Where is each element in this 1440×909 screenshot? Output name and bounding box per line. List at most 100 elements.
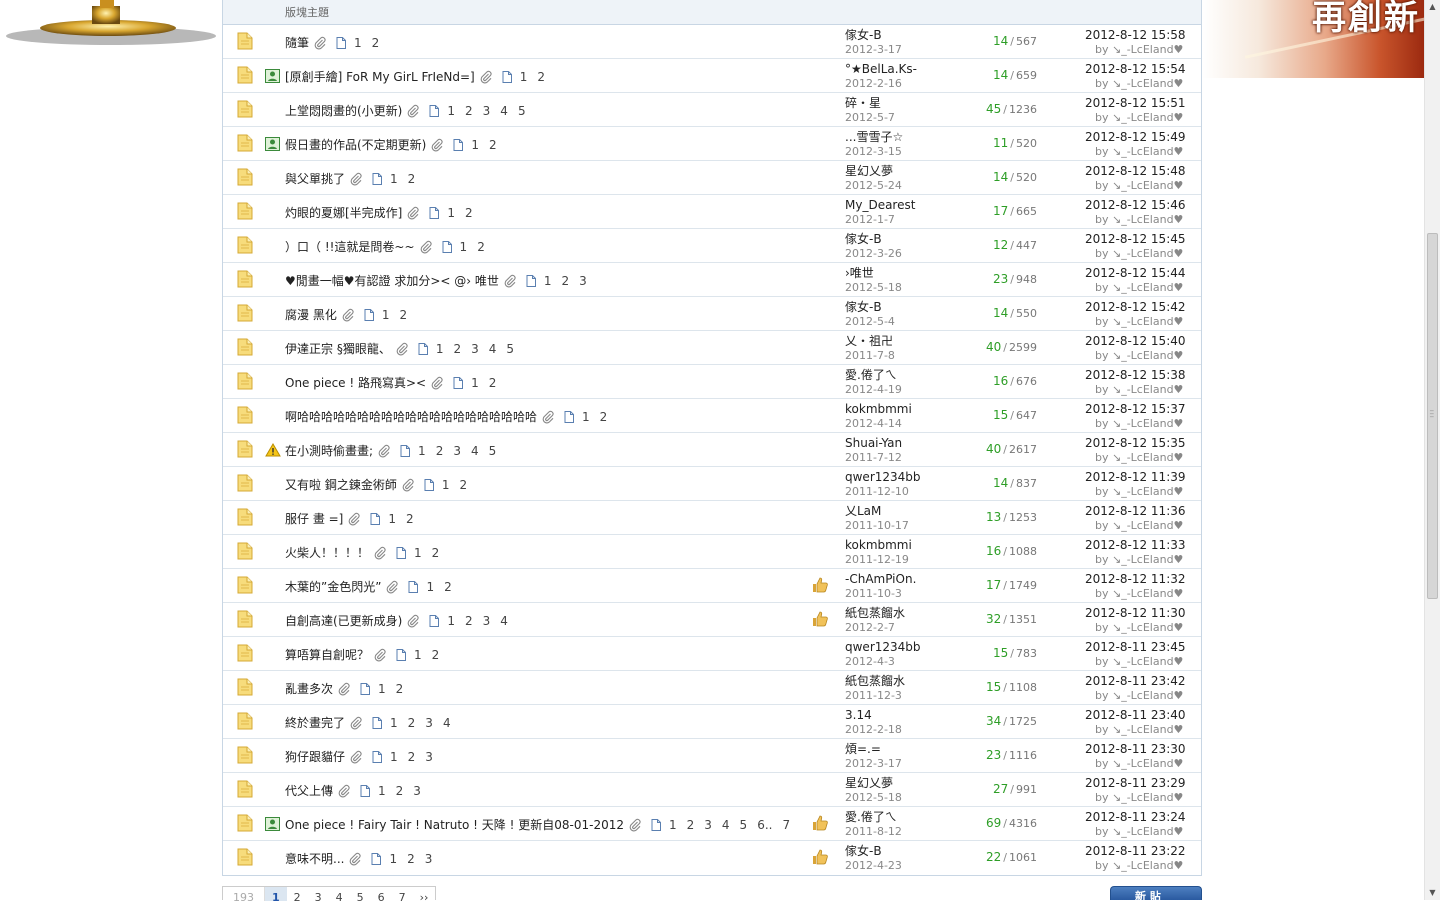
author-link[interactable]: 紙包蒸餾水 [845, 606, 965, 620]
thread-row[interactable]: 伊達正宗 §獨眼龍、 1 2 3 4 5 乂・祖卍 2011-7-8 40/2599 2012-8… [223, 331, 1201, 365]
thread-page-link[interactable]: 6.. [757, 818, 772, 832]
thread-page-link[interactable]: 5 [518, 104, 526, 118]
thread-page-link[interactable]: 3 [483, 104, 491, 118]
thread-page-link[interactable]: 1 [442, 478, 450, 492]
thread-title-link[interactable]: 終於畫完了 [285, 714, 345, 731]
thread-title-link[interactable]: 意味不明... [285, 850, 344, 867]
thread-title-link[interactable]: 代父上傳 [285, 782, 333, 799]
thread-page-link[interactable]: 5 [506, 342, 514, 356]
last-post-time-link[interactable]: 2012-8-12 11:30 [1085, 606, 1195, 620]
thread-title-link[interactable]: 灼眼的夏娜[半完成作] [285, 204, 402, 221]
pagination-page-link[interactable]: 2 [287, 887, 308, 904]
last-post-time-link[interactable]: 2012-8-12 15:42 [1085, 300, 1195, 314]
last-poster-link[interactable]: by ↘_-LcEland♥ [1085, 722, 1195, 738]
vertical-scrollbar[interactable]: ▲ ─ ─ ─ ▼ [1424, 0, 1440, 900]
thread-page-link[interactable]: 5 [740, 818, 748, 832]
author-link[interactable]: 愛.倦了ㄟ [845, 368, 965, 382]
last-poster-link[interactable]: by ↘_-LcEland♥ [1085, 416, 1195, 432]
thread-page-link[interactable]: 2 [489, 138, 497, 152]
thread-page-link[interactable]: 4 [489, 342, 497, 356]
thread-title-link[interactable]: One piece ! 路飛寫真>< [285, 374, 426, 391]
last-poster-link[interactable]: by ↘_-LcEland♥ [1085, 518, 1195, 534]
thread-row[interactable]: 在小測時偷畫畫; 1 2 3 4 5 Shuai-Yan 2011-7-12 40/2617 20… [223, 433, 1201, 467]
author-link[interactable]: 傢女-B [845, 300, 965, 314]
last-poster-link[interactable]: by ↘_-LcEland♥ [1085, 552, 1195, 568]
author-link[interactable]: ...雪雪子☆ [845, 130, 965, 144]
thread-page-link[interactable]: 2 [562, 274, 570, 288]
author-link[interactable]: kokmbmmi [845, 402, 965, 416]
last-post-time-link[interactable]: 2012-8-12 15:38 [1085, 368, 1195, 382]
new-post-button[interactable]: 新 貼 [1110, 886, 1202, 900]
thread-row[interactable]: 木葉的”金色閃光” 1 2 -ChAmPiOn. 2011-10-3 17/1749 201… [223, 569, 1201, 603]
thread-page-link[interactable]: 3 [483, 614, 491, 628]
thread-page-link[interactable]: 2 [396, 784, 404, 798]
author-link[interactable]: °★BelLa.Ks- [845, 62, 965, 76]
thread-page-link[interactable]: 2 [399, 308, 407, 322]
last-poster-link[interactable]: by ↘_-LcEland♥ [1085, 280, 1195, 296]
last-post-time-link[interactable]: 2012-8-11 23:24 [1085, 810, 1195, 824]
thread-page-link[interactable]: 2 [408, 750, 416, 764]
thread-page-link[interactable]: 4 [500, 614, 508, 628]
thread-page-link[interactable]: 1 [378, 784, 386, 798]
thread-page-link[interactable]: 2 [444, 580, 452, 594]
thread-page-link[interactable]: 2 [687, 818, 695, 832]
last-post-time-link[interactable]: 2012-8-12 11:32 [1085, 572, 1195, 586]
thread-row[interactable]: 假日畫的作品(不定期更新) 1 2 ...雪雪子☆ 2012-3-15 11/520 201… [223, 127, 1201, 161]
thread-page-link[interactable]: 2 [408, 716, 416, 730]
thread-title-link[interactable]: ）口（ !!這就是問卷~~ [285, 238, 415, 255]
thread-row[interactable]: 終於畫完了 1 2 3 4 3.14 2012-2-18 34/1725 2012-8-11 2… [223, 705, 1201, 739]
thread-page-link[interactable]: 3 [425, 750, 433, 764]
last-poster-link[interactable]: by ↘_-LcEland♥ [1085, 586, 1195, 602]
thread-page-link[interactable]: 3 [413, 784, 421, 798]
last-poster-link[interactable]: by ↘_-LcEland♥ [1085, 620, 1195, 636]
thread-title-link[interactable]: 隨筆 [285, 34, 309, 51]
thread-title-link[interactable]: 又有啦 鋼之鍊金術師 [285, 476, 397, 493]
thread-page-link[interactable]: 1 [390, 172, 398, 186]
thread-page-link[interactable]: 2 [432, 546, 440, 560]
thread-page-link[interactable]: 1 [582, 410, 590, 424]
thread-page-link[interactable]: 7 [782, 818, 790, 832]
thread-page-link[interactable]: 1 [669, 818, 677, 832]
thread-page-link[interactable]: 1 [460, 240, 468, 254]
thread-page-link[interactable]: 2 [537, 70, 545, 84]
thread-page-link[interactable]: 1 [471, 376, 479, 390]
thread-page-link[interactable]: 4 [443, 716, 451, 730]
pagination-page-link[interactable]: 3 [308, 887, 329, 904]
thread-row[interactable]: 服仔 畫 =] 1 2 乂LaM 2011-10-17 13/1253 2012-8-12 … [223, 501, 1201, 535]
last-post-time-link[interactable]: 2012-8-11 23:40 [1085, 708, 1195, 722]
thread-page-link[interactable]: 1 [378, 682, 386, 696]
last-poster-link[interactable]: by ↘_-LcEland♥ [1085, 110, 1195, 126]
pagination-page-link[interactable]: 6 [371, 887, 392, 904]
thread-title-link[interactable]: 亂畫多次 [285, 680, 333, 697]
author-link[interactable]: 煩=.= [845, 742, 965, 756]
thread-row[interactable]: 上堂悶悶畫的(小更新) 1 2 3 4 5 碎・星 2012-5-7 45/1236 2012-8… [223, 93, 1201, 127]
last-poster-link[interactable]: by ↘_-LcEland♥ [1085, 450, 1195, 466]
last-post-time-link[interactable]: 2012-8-12 11:39 [1085, 470, 1195, 484]
author-link[interactable]: 紙包蒸餾水 [845, 674, 965, 688]
last-post-time-link[interactable]: 2012-8-11 23:30 [1085, 742, 1195, 756]
thread-title-link[interactable]: 木葉的”金色閃光” [285, 578, 381, 595]
last-post-time-link[interactable]: 2012-8-11 23:29 [1085, 776, 1195, 790]
thread-row[interactable]: 算唔算自創呢？ 1 2 qwer1234bb 2012-4-3 15/783 2012-8-… [223, 637, 1201, 671]
last-poster-link[interactable]: by ↘_-LcEland♥ [1085, 42, 1195, 58]
thread-page-link[interactable]: 4 [471, 444, 479, 458]
last-post-time-link[interactable]: 2012-8-12 15:35 [1085, 436, 1195, 450]
pagination-page-link[interactable]: 4 [329, 887, 350, 904]
author-link[interactable]: 乂LaM [845, 504, 965, 518]
thread-row[interactable]: One piece ! Fairy Tair ! Natruto ! 天降 ! … [223, 807, 1201, 841]
thread-row[interactable]: 亂畫多次 1 2 紙包蒸餾水 2011-12-3 15/1108 2012-8-11 23:… [223, 671, 1201, 705]
thread-page-link[interactable]: 3 [425, 716, 433, 730]
author-link[interactable]: 乂・祖卍 [845, 334, 965, 348]
last-post-time-link[interactable]: 2012-8-11 23:22 [1085, 844, 1195, 858]
last-poster-link[interactable]: by ↘_-LcEland♥ [1085, 756, 1195, 772]
thread-page-link[interactable]: 2 [600, 410, 608, 424]
thread-page-link[interactable]: 2 [453, 342, 461, 356]
last-poster-link[interactable]: by ↘_-LcEland♥ [1085, 348, 1195, 364]
scroll-down-arrow-icon[interactable]: ▼ [1425, 886, 1440, 900]
last-post-time-link[interactable]: 2012-8-12 15:51 [1085, 96, 1195, 110]
thread-page-link[interactable]: 5 [489, 444, 497, 458]
thread-title-link[interactable]: 服仔 畫 =] [285, 510, 343, 527]
thread-title-link[interactable]: 在小測時偷畫畫; [285, 442, 373, 459]
thread-row[interactable]: 灼眼的夏娜[半完成作] 1 2 My_Dearest 2012-1-7 17/665 201… [223, 195, 1201, 229]
thread-page-link[interactable]: 1 [418, 444, 426, 458]
